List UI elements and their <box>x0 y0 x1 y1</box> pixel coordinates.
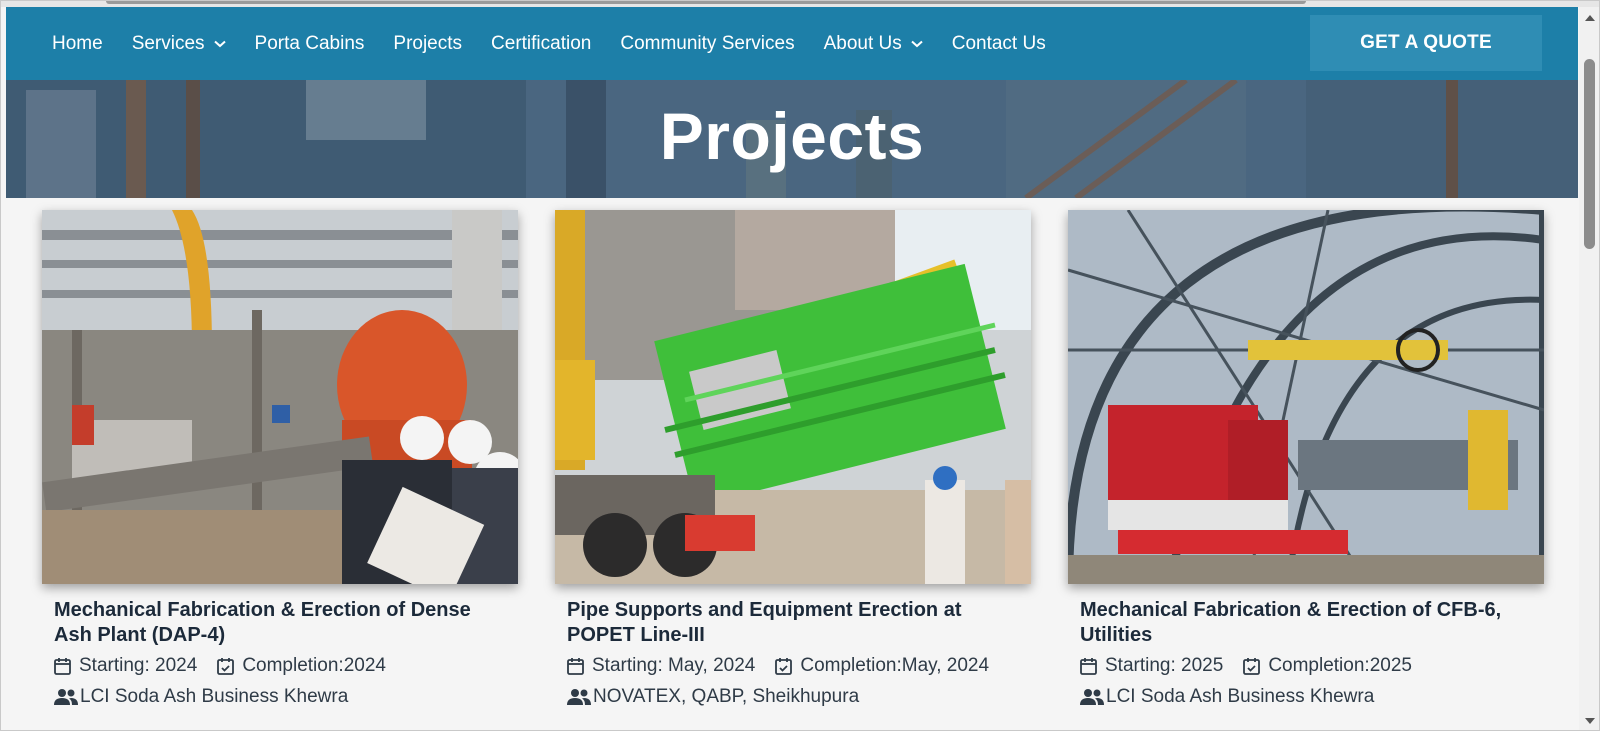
project-card[interactable]: Mechanical Fabrication & Erection of Den… <box>42 210 518 708</box>
project-photo[interactable] <box>555 210 1031 584</box>
calendar-check-icon <box>217 658 235 675</box>
nav-porta-cabins-label: Porta Cabins <box>254 32 365 54</box>
project-card[interactable]: Mechanical Fabrication & Erection of CFB… <box>1068 210 1544 708</box>
completion-text: Completion:2025 <box>1268 655 1412 676</box>
client-text: NOVATEX, QABP, Sheikhupura <box>593 686 860 707</box>
project-dates: Starting: 2025 Completion:2025 <box>1080 655 1532 677</box>
completion-text: Completion:May, 2024 <box>800 655 990 676</box>
nav-porta-cabins[interactable]: Porta Cabins <box>255 33 365 55</box>
project-starting: Starting: 2025 <box>1080 655 1223 677</box>
client-text: LCI Soda Ash Business Khewra <box>80 686 349 707</box>
project-dates: Starting: 2024 Completion:2024 <box>54 655 506 677</box>
starting-text: Starting: 2024 <box>79 655 198 676</box>
chevron-down-icon <box>213 40 226 48</box>
project-completion: Completion:2025 <box>1243 655 1412 677</box>
nav-community-services-label: Community Services <box>620 32 795 54</box>
project-starting: Starting: 2024 <box>54 655 197 677</box>
starting-text: Starting: 2025 <box>1105 655 1224 676</box>
users-icon <box>567 689 591 705</box>
nav-contact-us[interactable]: Contact Us <box>952 33 1046 55</box>
nav-services-label: Services <box>131 32 205 54</box>
project-dates: Starting: May, 2024 Completion:May, 2024 <box>567 655 1019 677</box>
nav-community-services[interactable]: Community Services <box>620 33 794 55</box>
project-title[interactable]: Mechanical Fabrication & Erection of Den… <box>54 598 506 648</box>
calendar-icon <box>567 658 584 675</box>
project-client: LCI Soda Ash Business Khewra <box>1080 686 1532 708</box>
project-title[interactable]: Mechanical Fabrication & Erection of CFB… <box>1080 598 1532 648</box>
nav-services[interactable]: Services <box>132 33 226 55</box>
nav-projects[interactable]: Projects <box>393 33 462 55</box>
main-navbar: Home Services Porta Cabins Projects Cert… <box>6 7 1578 80</box>
completion-text: Completion:2024 <box>242 655 386 676</box>
nav-certification-label: Certification <box>491 32 592 54</box>
project-photo[interactable] <box>42 210 518 584</box>
hero-banner: Projects <box>6 80 1578 198</box>
calendar-icon <box>54 658 71 675</box>
page-title: Projects <box>659 99 925 173</box>
scroll-up-arrow-icon[interactable] <box>1585 15 1595 21</box>
project-client: NOVATEX, QABP, Sheikhupura <box>567 686 1019 708</box>
nav-about-us-label: About Us <box>823 32 902 54</box>
calendar-icon <box>1080 658 1097 675</box>
nav-home[interactable]: Home <box>52 33 103 55</box>
get-a-quote-button[interactable]: GET A QUOTE <box>1310 15 1542 71</box>
project-client: LCI Soda Ash Business Khewra <box>54 686 506 708</box>
nav-projects-label: Projects <box>393 32 463 54</box>
users-icon <box>1080 689 1104 705</box>
project-title[interactable]: Pipe Supports and Equipment Erection at … <box>567 598 1019 648</box>
browser-window: Home Services Porta Cabins Projects Cert… <box>0 0 1600 731</box>
project-card[interactable]: Pipe Supports and Equipment Erection at … <box>555 210 1031 708</box>
users-icon <box>54 689 78 705</box>
projects-grid: Mechanical Fabrication & Erection of Den… <box>1 198 1578 730</box>
client-text: LCI Soda Ash Business Khewra <box>1106 686 1375 707</box>
nav-about-us[interactable]: About Us <box>824 33 923 55</box>
project-completion: Completion:2024 <box>217 655 386 677</box>
nav-contact-us-label: Contact Us <box>951 32 1046 54</box>
vertical-scrollbar[interactable] <box>1579 7 1599 730</box>
scrollbar-thumb[interactable] <box>1584 59 1595 249</box>
project-starting: Starting: May, 2024 <box>567 655 755 677</box>
nav-menu: Home Services Porta Cabins Projects Cert… <box>52 7 1075 80</box>
nav-certification[interactable]: Certification <box>491 33 591 55</box>
scroll-down-arrow-icon[interactable] <box>1585 718 1595 724</box>
nav-home-label: Home <box>52 32 103 54</box>
project-photo[interactable] <box>1068 210 1544 584</box>
starting-text: Starting: May, 2024 <box>592 655 756 676</box>
calendar-check-icon <box>775 658 793 675</box>
project-completion: Completion:May, 2024 <box>775 655 989 677</box>
calendar-check-icon <box>1243 658 1261 675</box>
chevron-down-icon <box>911 40 923 48</box>
